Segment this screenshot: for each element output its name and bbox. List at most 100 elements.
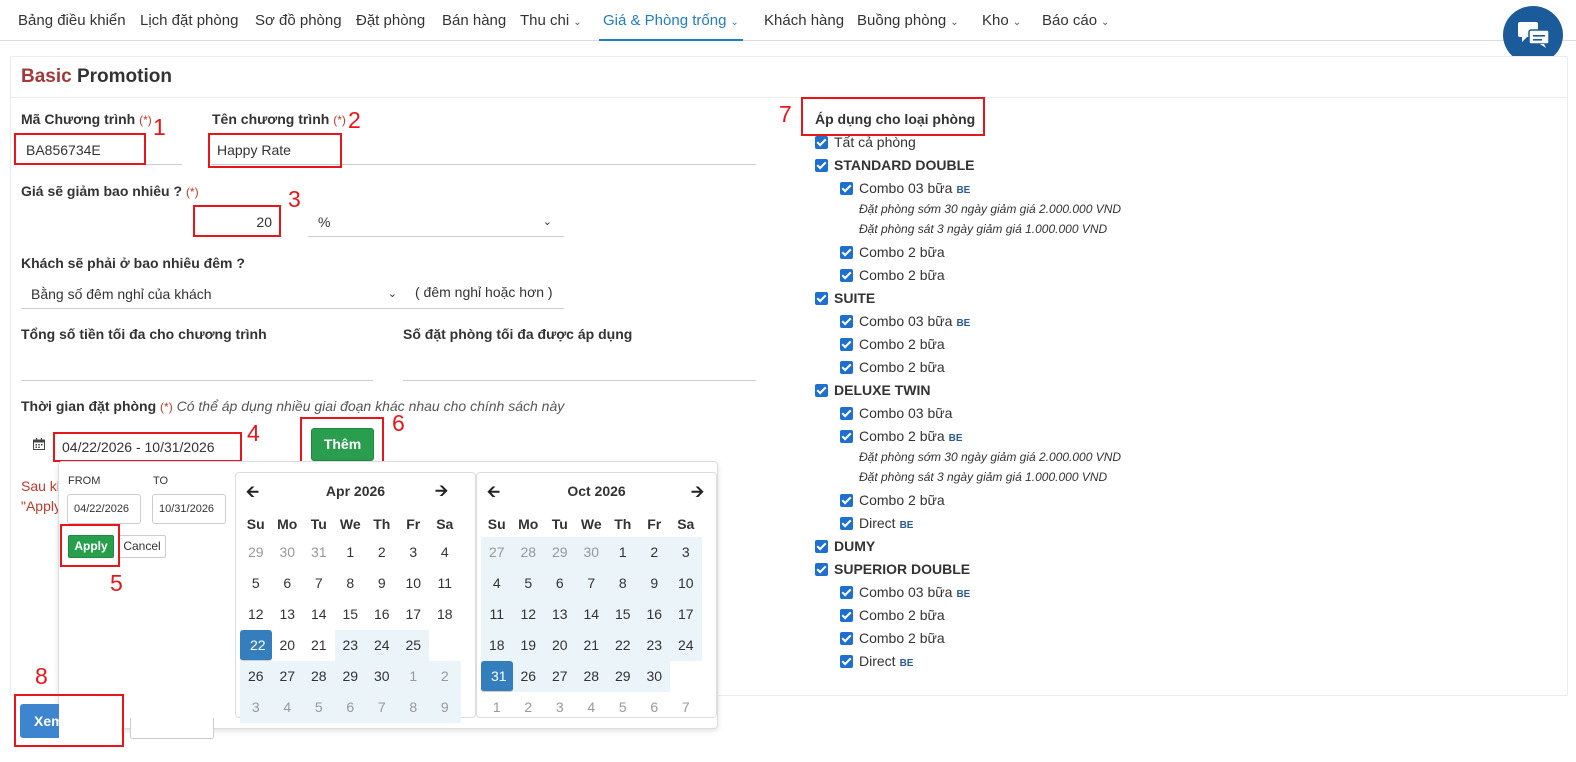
calendar-day[interactable]: 24	[366, 630, 398, 661]
checkbox-checked-icon[interactable]	[840, 586, 853, 599]
calendar-day[interactable]: 23	[334, 630, 366, 661]
calendar-day[interactable]: 1	[397, 661, 429, 692]
nav-customers[interactable]: Khách hàng	[764, 0, 844, 41]
nav-warehouse[interactable]: Kho ⌄	[982, 0, 1021, 41]
calendar-day[interactable]: 28	[303, 661, 335, 692]
calendar-day[interactable]: 15	[335, 599, 367, 630]
checkbox-checked-icon[interactable]	[840, 430, 853, 443]
calendar-day[interactable]: 4	[271, 692, 303, 723]
calendar-day[interactable]: 29	[240, 537, 272, 568]
calendar-day[interactable]: 3	[670, 537, 702, 568]
calendar-day[interactable]: 5	[512, 568, 544, 599]
checkbox-checked-icon[interactable]	[840, 315, 853, 328]
calendar-day[interactable]: 28	[575, 661, 607, 692]
calendar-day[interactable]: 15	[607, 599, 639, 630]
checkbox-checked-icon[interactable]	[815, 563, 828, 576]
calendar-day[interactable]: 4	[429, 537, 461, 568]
calendar-day[interactable]: 4	[576, 692, 608, 723]
checkbox-checked-icon[interactable]	[815, 540, 828, 553]
calendar-day[interactable]: 6	[544, 568, 576, 599]
checkbox-checked-icon[interactable]	[840, 609, 853, 622]
calendar-day[interactable]: 18	[429, 599, 461, 630]
prev-month-icon[interactable]: 🡨	[487, 481, 500, 508]
calendar-day[interactable]: 12	[512, 599, 544, 630]
checkbox-checked-icon[interactable]	[815, 159, 828, 172]
checkbox-checked-icon[interactable]	[815, 136, 828, 149]
checkbox-checked-icon[interactable]	[840, 632, 853, 645]
calendar-day[interactable]: 11	[481, 599, 513, 630]
nav-sales[interactable]: Bán hàng	[442, 0, 506, 41]
calendar-day[interactable]: 30	[366, 661, 398, 692]
calendar-day[interactable]: 27	[544, 661, 576, 692]
calendar-day[interactable]: 7	[670, 692, 702, 723]
nav-room-map[interactable]: Sơ đồ phòng	[255, 0, 342, 41]
max-amount-input[interactable]	[21, 351, 373, 381]
calendar-day[interactable]: 5	[303, 692, 335, 723]
secondary-button[interactable]	[130, 718, 214, 739]
calendar-day[interactable]: 5	[607, 692, 639, 723]
calendar-day[interactable]: 16	[366, 599, 398, 630]
calendar-day[interactable]: 25	[397, 630, 429, 661]
calendar-day[interactable]: 10	[670, 568, 702, 599]
checkbox-checked-icon[interactable]	[840, 655, 853, 668]
calendar-day[interactable]: 26	[512, 661, 544, 692]
next-month-icon[interactable]: 🡪	[435, 480, 448, 507]
calendar-day-selected[interactable]: 31	[481, 661, 513, 692]
nav-bookings[interactable]: Đặt phòng	[356, 0, 425, 41]
nights-select[interactable]: Bằng số đêm nghỉ của khách ⌄	[21, 280, 409, 309]
calendar-day[interactable]: 6	[639, 692, 671, 723]
calendar-day[interactable]: 2	[513, 692, 545, 723]
calendar-day[interactable]: 26	[240, 661, 272, 692]
calendar-day[interactable]: 18	[481, 630, 513, 661]
calendar-day[interactable]: 31	[303, 537, 335, 568]
calendar-day[interactable]: 13	[544, 599, 576, 630]
calendar-day[interactable]: 8	[607, 568, 639, 599]
to-date-input[interactable]: 10/31/2026	[152, 494, 226, 524]
max-bookings-input[interactable]	[403, 351, 756, 381]
calendar-day[interactable]: 30	[638, 661, 670, 692]
calendar-day[interactable]: 8	[335, 568, 367, 599]
nav-rates-availability[interactable]: Giá & Phòng trống ⌄	[599, 0, 743, 41]
calendar-day[interactable]: 24	[670, 630, 702, 661]
checkbox-checked-icon[interactable]	[840, 269, 853, 282]
nav-housekeeping[interactable]: Buồng phòng ⌄	[857, 0, 959, 41]
discount-unit-select[interactable]: % ⌄	[308, 208, 564, 237]
calendar-day[interactable]: 6	[334, 692, 366, 723]
calendar-day[interactable]: 23	[638, 630, 670, 661]
calendar-day[interactable]: 29	[544, 537, 576, 568]
checkbox-checked-icon[interactable]	[840, 494, 853, 507]
nav-reports[interactable]: Báo cáo ⌄	[1042, 0, 1109, 41]
calendar-day[interactable]: 2	[429, 661, 461, 692]
calendar-day[interactable]: 20	[544, 630, 576, 661]
calendar-day[interactable]: 17	[398, 599, 430, 630]
calendar-day[interactable]: 3	[544, 692, 576, 723]
calendar-day[interactable]: 10	[398, 568, 430, 599]
calendar-day[interactable]: 11	[429, 568, 461, 599]
calendar-day[interactable]: 7	[303, 568, 335, 599]
calendar-day[interactable]: 6	[272, 568, 304, 599]
from-date-input[interactable]: 04/22/2026	[67, 494, 141, 524]
calendar-day[interactable]: 8	[397, 692, 429, 723]
checkbox-checked-icon[interactable]	[840, 517, 853, 530]
calendar-day[interactable]: 21	[303, 630, 335, 661]
calendar-day[interactable]: 9	[429, 692, 461, 723]
calendar-day[interactable]: 28	[512, 537, 544, 568]
calendar-day[interactable]: 19	[512, 630, 544, 661]
calendar-day[interactable]: 27	[481, 537, 513, 568]
calendar-day[interactable]: 9	[638, 568, 670, 599]
calendar-day[interactable]: 22	[607, 630, 639, 661]
calendar-day[interactable]: 1	[607, 537, 639, 568]
checkbox-checked-icon[interactable]	[815, 384, 828, 397]
calendar-day[interactable]: 14	[303, 599, 335, 630]
calendar-day[interactable]: 1	[335, 537, 367, 568]
calendar-day[interactable]: 27	[271, 661, 303, 692]
calendar-day[interactable]: 9	[366, 568, 398, 599]
checkbox-checked-icon[interactable]	[815, 292, 828, 305]
calendar-day[interactable]: 12	[240, 599, 272, 630]
cancel-button[interactable]: Cancel	[118, 535, 166, 558]
calendar-day[interactable]: 3	[398, 537, 430, 568]
nav-finance[interactable]: Thu chi ⌄	[520, 0, 582, 41]
next-month-icon[interactable]: 🡪	[691, 481, 704, 508]
checkbox-checked-icon[interactable]	[840, 182, 853, 195]
calendar-day[interactable]: 1	[481, 692, 513, 723]
